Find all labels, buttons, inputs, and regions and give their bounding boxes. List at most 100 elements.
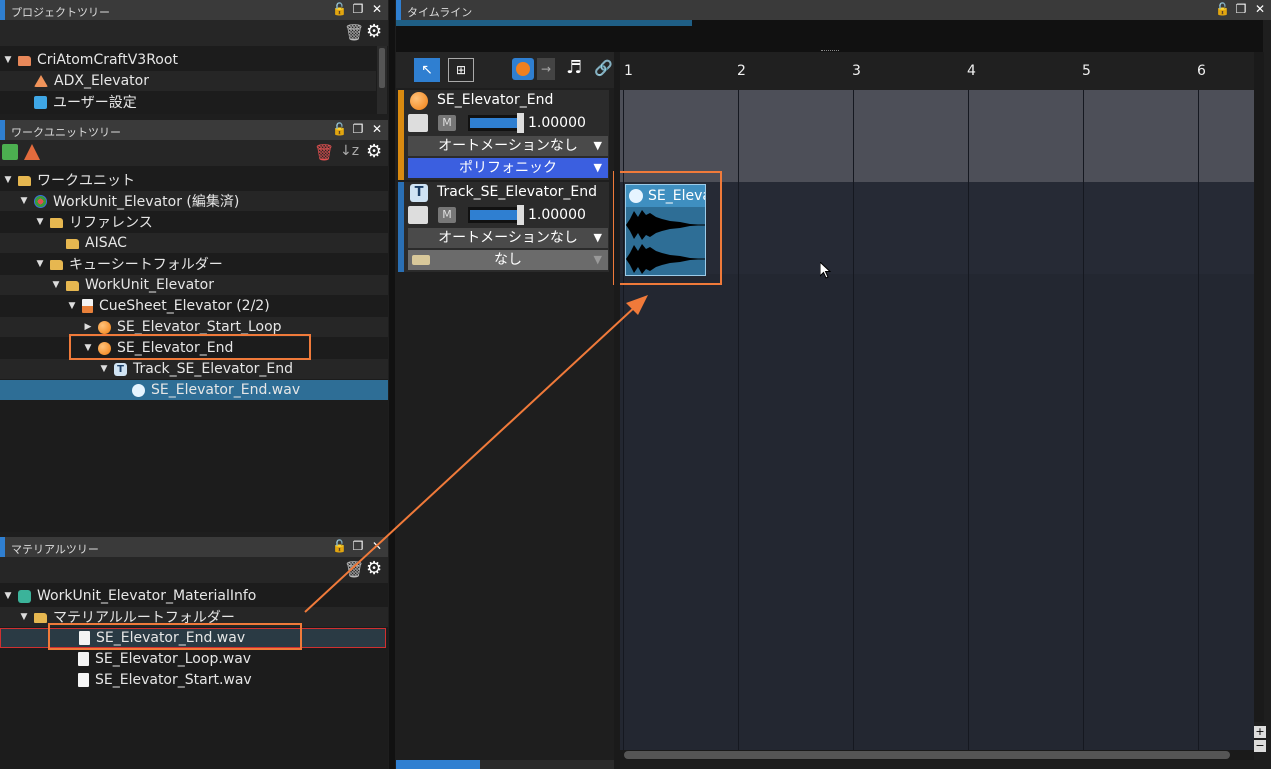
tree-item-workunit[interactable]: ▼ ワークユニット xyxy=(0,170,388,190)
restore-icon[interactable]: ❐ xyxy=(351,539,365,554)
info-icon xyxy=(18,589,31,603)
tree-item-reference[interactable]: ▼ リファレンス xyxy=(0,212,388,232)
chevron-down-icon: ▼ xyxy=(593,253,602,266)
project-tree-title: プロジェクトツリー xyxy=(11,6,110,19)
gear-icon[interactable]: ⚙ xyxy=(366,141,382,162)
sort-icon[interactable]: ↓z xyxy=(340,143,359,159)
timeline-ruler[interactable]: 1 2 3 4 5 6 xyxy=(620,52,1254,90)
graph-icon[interactable] xyxy=(408,114,428,132)
close-icon[interactable]: ✕ xyxy=(370,122,384,137)
timeline-title-bar: タイムライン 🔓 ❐ ✕ xyxy=(396,0,1271,20)
project-tree-title-bar: プロジェクトツリー 🔓 ❐ ✕ xyxy=(0,0,388,20)
trash-icon[interactable]: 🗑 xyxy=(314,143,334,162)
book-icon[interactable] xyxy=(2,144,18,160)
material-item-se-loop-wav[interactable]: SE_Elevator_Loop.wav xyxy=(0,649,388,669)
folder-icon xyxy=(66,239,79,249)
tree-item-cuesheet-elevator[interactable]: ▼ CueSheet_Elevator (2/2) xyxy=(0,296,388,316)
grid-line xyxy=(853,90,854,750)
volume-slider[interactable] xyxy=(468,113,524,133)
tree-item-cuesheet-folder[interactable]: ▼ キューシートフォルダー xyxy=(0,254,388,274)
lock-icon[interactable]: 🔓 xyxy=(332,2,347,17)
volume-value: 1.00000 xyxy=(528,115,586,131)
project-tree-toolbar: 🗑 ⚙ xyxy=(0,20,388,46)
lock-icon[interactable]: 🔓 xyxy=(1215,2,1230,17)
highlight-box-se-end xyxy=(69,334,311,360)
timeline-overview[interactable] xyxy=(396,20,1263,52)
trash-icon[interactable]: 🗑 xyxy=(344,23,364,42)
pointer-tool-icon[interactable]: ↖ xyxy=(414,58,440,82)
note-icon[interactable]: ♬ xyxy=(566,57,582,78)
chevron-down-icon[interactable]: ▼ xyxy=(2,175,14,185)
ruler-label: 4 xyxy=(967,63,976,79)
cue-mode-icon[interactable] xyxy=(512,58,534,80)
zoom-out-icon[interactable]: − xyxy=(1254,740,1266,752)
chevron-down-icon[interactable]: ▼ xyxy=(34,217,46,227)
tree-item-track-se-end[interactable]: ▼ T Track_SE_Elevator_End xyxy=(0,359,388,379)
tree-item-workunit-elevator[interactable]: ▼ WorkUnit_Elevator (編集済) xyxy=(0,191,388,211)
workunit-tree-title: ワークユニットツリー xyxy=(11,126,121,139)
mute-button[interactable]: M xyxy=(438,207,456,223)
lock-icon[interactable]: 🔓 xyxy=(332,122,347,137)
folder-icon xyxy=(50,218,63,228)
volume-value: 1.00000 xyxy=(528,207,586,223)
restore-icon[interactable]: ❐ xyxy=(351,2,365,17)
tree-item-aisac[interactable]: AISAC xyxy=(0,233,388,253)
prism-icon[interactable] xyxy=(24,144,40,160)
tree-item-root[interactable]: ▼ CriAtomCraftV3Root xyxy=(0,50,376,70)
vertical-scrollbar[interactable] xyxy=(1254,52,1264,722)
graph-icon[interactable] xyxy=(408,206,428,224)
chevron-down-icon[interactable]: ▼ xyxy=(66,301,78,311)
gear-icon[interactable]: ⚙ xyxy=(366,558,382,579)
polyphonic-dropdown[interactable]: ポリフォニック ▼ xyxy=(408,158,608,178)
lock-icon[interactable]: 🔓 xyxy=(332,539,347,554)
track-icon: T xyxy=(114,362,127,376)
automation-dropdown[interactable]: オートメーションなし ▼ xyxy=(408,228,608,248)
close-icon[interactable]: ✕ xyxy=(1253,2,1267,17)
material-tree-title-bar: マテリアルツリー 🔓 ❐ ✕ xyxy=(0,537,388,557)
ruler-label: 2 xyxy=(737,63,746,79)
grid-line xyxy=(1198,90,1199,750)
material-item-se-start-wav[interactable]: SE_Elevator_Start.wav xyxy=(0,670,388,690)
panel-divider[interactable] xyxy=(389,0,395,769)
chevron-down-icon[interactable]: ▼ xyxy=(18,196,30,206)
chevron-down-icon[interactable]: ▼ xyxy=(98,364,110,374)
tree-item-material-info[interactable]: ▼ WorkUnit_Elevator_MaterialInfo xyxy=(0,586,388,606)
chevron-down-icon[interactable]: ▼ xyxy=(2,591,14,601)
chevron-down-icon[interactable]: ▼ xyxy=(50,280,62,290)
tree-item-adx-elevator[interactable]: ADX_Elevator xyxy=(0,71,376,91)
track-icon: T xyxy=(410,184,428,202)
tree-item-workunit-elevator-folder[interactable]: ▼ WorkUnit_Elevator xyxy=(0,275,388,295)
waveform-icon xyxy=(132,383,145,397)
tree-item-user-settings[interactable]: ユーザー設定 xyxy=(0,92,376,112)
cue-name: SE_Elevator_End xyxy=(437,92,554,108)
folder-icon xyxy=(66,281,79,291)
track-mode-dropdown[interactable]: なし ▼ xyxy=(408,250,608,270)
arrow-right-icon[interactable]: → xyxy=(537,58,555,80)
tag-icon xyxy=(412,255,430,265)
material-tree-toolbar: 🗑 ⚙ xyxy=(0,557,388,583)
zoom-in-icon[interactable]: + xyxy=(1254,726,1266,738)
gear-icon[interactable]: ⚙ xyxy=(366,21,382,42)
horizontal-scrollbar[interactable] xyxy=(620,750,1254,760)
link-icon[interactable]: 🔗 xyxy=(594,59,613,77)
scrollbar[interactable] xyxy=(377,46,387,114)
chevron-down-icon[interactable]: ▼ xyxy=(34,259,46,269)
chevron-down-icon[interactable]: ▼ xyxy=(2,55,14,65)
track-color-stripe xyxy=(398,182,404,272)
folder-icon xyxy=(50,260,63,270)
mute-button[interactable]: M xyxy=(438,115,456,131)
close-icon[interactable]: ✕ xyxy=(370,539,384,554)
tree-item-se-end-wav[interactable]: SE_Elevator_End.wav xyxy=(0,380,388,400)
chevron-right-icon[interactable]: ▶ xyxy=(82,322,94,332)
header-lane-splitter[interactable] xyxy=(614,52,620,769)
restore-icon[interactable]: ❐ xyxy=(1234,2,1248,17)
restore-icon[interactable]: ❐ xyxy=(351,122,365,137)
automation-dropdown[interactable]: オートメーションなし ▼ xyxy=(408,136,608,156)
volume-slider[interactable] xyxy=(468,205,524,225)
chevron-down-icon[interactable]: ▼ xyxy=(18,612,30,622)
warning-triangle-icon xyxy=(34,75,48,87)
cue-icon xyxy=(410,92,428,110)
marquee-tool-icon[interactable]: ⊞ xyxy=(448,58,474,82)
trash-icon[interactable]: 🗑 xyxy=(344,560,364,579)
close-icon[interactable]: ✕ xyxy=(370,2,384,17)
